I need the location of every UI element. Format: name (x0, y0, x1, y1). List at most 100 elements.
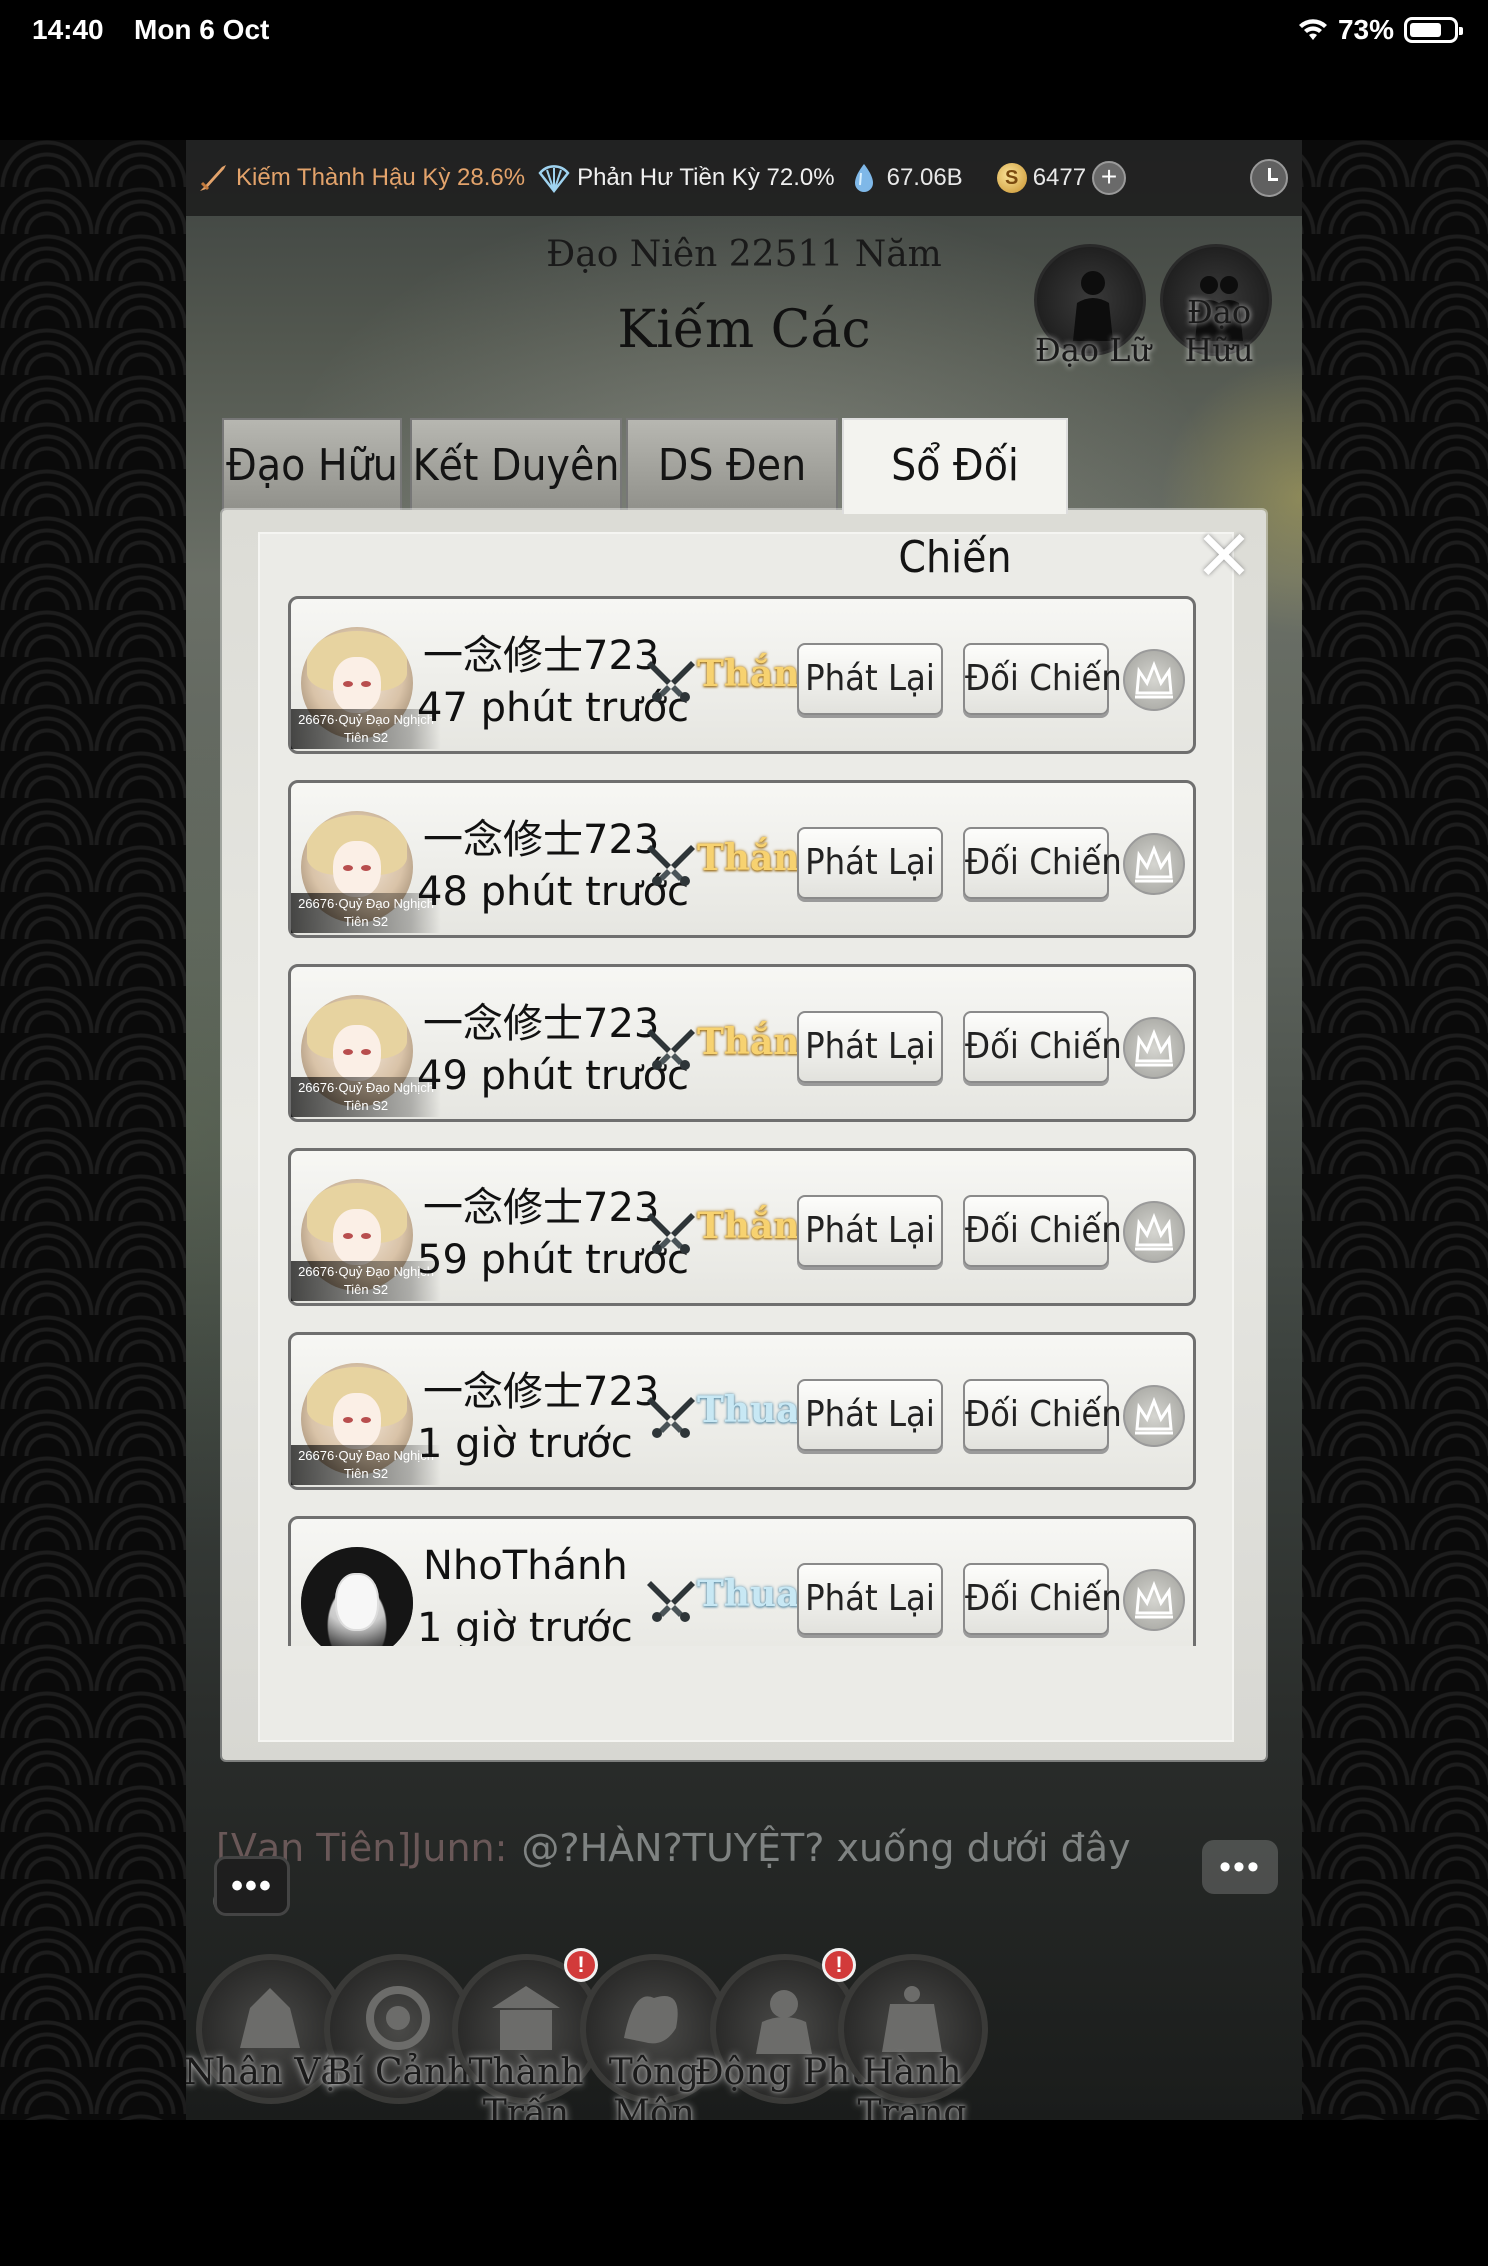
nav-label: Hành Trang (857, 2052, 967, 2120)
battery-icon (1404, 17, 1463, 43)
player-name: 一念修士723 (423, 1185, 660, 1231)
player-name: 一念修士723 (423, 817, 660, 863)
battle-result: Thua (697, 1389, 800, 1431)
crown-icon[interactable] (1123, 1385, 1185, 1447)
status-right: 73% (1298, 14, 1463, 46)
avatar-face (333, 1209, 381, 1265)
player-avatar[interactable] (301, 1547, 413, 1646)
add-coins-button[interactable]: + (1092, 161, 1127, 195)
avatar-eye (343, 865, 353, 871)
tab-dao-huu[interactable]: Đạo Hữu (222, 418, 402, 514)
avatar-face (335, 1573, 379, 1631)
chat-button[interactable]: ••• (214, 1856, 290, 1916)
avatar-eye (361, 681, 371, 687)
crown-icon[interactable] (1123, 1201, 1185, 1263)
cave-icon (756, 1990, 812, 2054)
battle-row: 26676·Quỷ Đạo Nghịch Tiên S2 一念修士723 47 … (288, 596, 1196, 754)
avatar-eye (343, 1417, 353, 1423)
crown-icon[interactable] (1123, 649, 1185, 711)
player-name: 一念修士723 (423, 1369, 660, 1415)
replay-button[interactable]: Phát Lại (797, 827, 943, 899)
chat-text: @?HÀN?TUYỆT? xuống dưới đây (521, 1826, 1131, 1870)
avatar-face (333, 841, 381, 897)
close-button[interactable]: ✕ (1192, 517, 1256, 595)
replay-button[interactable]: Phát Lại (797, 643, 943, 715)
spirit-stones-value: 67.06B (886, 164, 963, 191)
battery-percent: 73% (1337, 14, 1394, 45)
close-icon: ✕ (1194, 517, 1254, 595)
challenge-button[interactable]: Đối Chiến (963, 827, 1122, 899)
battle-list[interactable]: 26676·Quỷ Đạo Nghịch Tiên S2 一念修士723 47 … (288, 596, 1198, 1646)
avatar-face (333, 1393, 381, 1449)
replay-button[interactable]: Phát Lại (797, 1379, 943, 1451)
battle-row: 26676·Quỷ Đạo Nghịch Tiên S2 一念修士723 59 … (288, 1148, 1196, 1306)
status-bar: 14:40 Mon 6 Oct 73% (0, 0, 1488, 64)
town-icon (492, 1986, 560, 2050)
tab-ds-den[interactable]: DS Đen (626, 418, 838, 514)
clock-icon[interactable] (1250, 159, 1288, 197)
crown-icon[interactable] (1123, 1017, 1185, 1079)
avatar-eye (343, 1233, 353, 1239)
crown-icon[interactable] (1123, 833, 1185, 895)
challenge-button[interactable]: Đối Chiến (963, 1379, 1122, 1451)
more-icon: ••• (1219, 1847, 1261, 1886)
crossed-swords-icon (647, 1581, 695, 1622)
cultivation-fan-text: Phản Hư Tiền Kỳ 72.0% (577, 164, 835, 191)
chat-bubble-icon: ••• (231, 1866, 273, 1905)
crown-glyph (1135, 1580, 1173, 1619)
coins[interactable]: S 6477 + (996, 161, 1127, 195)
replay-button[interactable]: Phát Lại (797, 1563, 943, 1635)
chat-expand-button[interactable]: ••• (1202, 1840, 1278, 1894)
cultivation-fan[interactable]: Phản Hư Tiền Kỳ 72.0% (537, 161, 835, 195)
player-name: 一念修士723 (423, 1001, 660, 1047)
tab-so-doi-chien[interactable]: Sổ Đối Chiến (842, 418, 1068, 583)
realm-icon (366, 1986, 430, 2050)
player-name: NhoThánh (423, 1543, 628, 1589)
avatar-face (333, 657, 381, 713)
avatar-eye (343, 1049, 353, 1055)
battle-time: 1 giờ trước (417, 1605, 633, 1646)
status-time: 14:40 (32, 14, 104, 45)
challenge-button[interactable]: Đối Chiến (963, 643, 1122, 715)
crossed-swords-icon (647, 1213, 695, 1254)
replay-button[interactable]: Phát Lại (797, 1011, 943, 1083)
bottom-nav: Nhân Vật Bí Cảnh Thành Trấn ! Tông Môn Đ… (186, 1948, 1302, 2120)
chat-message[interactable]: [Vạn Tiên]Junn: @?HÀN?TUYỆT? xuống dưới đ… (216, 1826, 1131, 1870)
crossed-swords-icon (647, 1029, 695, 1070)
challenge-button[interactable]: Đối Chiến (963, 1011, 1122, 1083)
crown-glyph (1135, 1212, 1173, 1251)
dao-lu-label: Đạo Lữ (1034, 331, 1152, 369)
battle-row: NhoThánh 1 giờ trước Thua Phát Lại Đối C… (288, 1516, 1196, 1646)
dao-lu-button[interactable]: Đạo Lữ (1034, 244, 1151, 369)
player-name: 一念修士723 (423, 633, 660, 679)
battle-row: 26676·Quỷ Đạo Nghịch Tiên S2 一念修士723 1 g… (288, 1332, 1196, 1490)
crown-glyph (1135, 1396, 1173, 1435)
crossed-swords-icon (647, 1397, 695, 1438)
battle-time: 1 giờ trước (417, 1421, 633, 1467)
avatar-eye (361, 865, 371, 871)
avatar-eye (343, 681, 353, 687)
spirit-stones[interactable]: 67.06B (847, 161, 963, 195)
game-window: Kiếm Thành Hậu Kỳ 28.6% Phản Hư Tiền Kỳ … (186, 140, 1302, 2120)
replay-button[interactable]: Phát Lại (797, 1195, 943, 1267)
avatar-eye (361, 1417, 371, 1423)
crown-glyph (1135, 1028, 1173, 1067)
dao-huu-label: Đạo Hữu (1184, 293, 1254, 369)
challenge-button[interactable]: Đối Chiến (963, 1563, 1122, 1635)
battle-log-panel: ✕ 26676·Quỷ Đạo Nghịch Tiên S2 一念修士723 4… (222, 510, 1266, 1760)
battle-row: 26676·Quỷ Đạo Nghịch Tiên S2 一念修士723 48 … (288, 780, 1196, 938)
crossed-swords-icon (647, 661, 695, 702)
wifi-icon (1298, 19, 1327, 40)
bag-icon (882, 1986, 942, 2052)
dao-huu-button[interactable]: Đạo Hữu (1160, 244, 1272, 369)
companion-icon (1073, 271, 1113, 341)
cultivation-sword[interactable]: Kiếm Thành Hậu Kỳ 28.6% (196, 161, 525, 195)
nav-hanh-trang[interactable]: Hành Trang (832, 1948, 992, 2120)
coin-icon: S (996, 163, 1027, 193)
battery-fill (1410, 23, 1441, 37)
crown-icon[interactable] (1123, 1569, 1185, 1631)
challenge-button[interactable]: Đối Chiến (963, 1195, 1122, 1267)
tab-ket-duyen[interactable]: Kết Duyên (410, 418, 622, 514)
sword-icon (200, 165, 226, 191)
fan-icon (538, 165, 570, 194)
